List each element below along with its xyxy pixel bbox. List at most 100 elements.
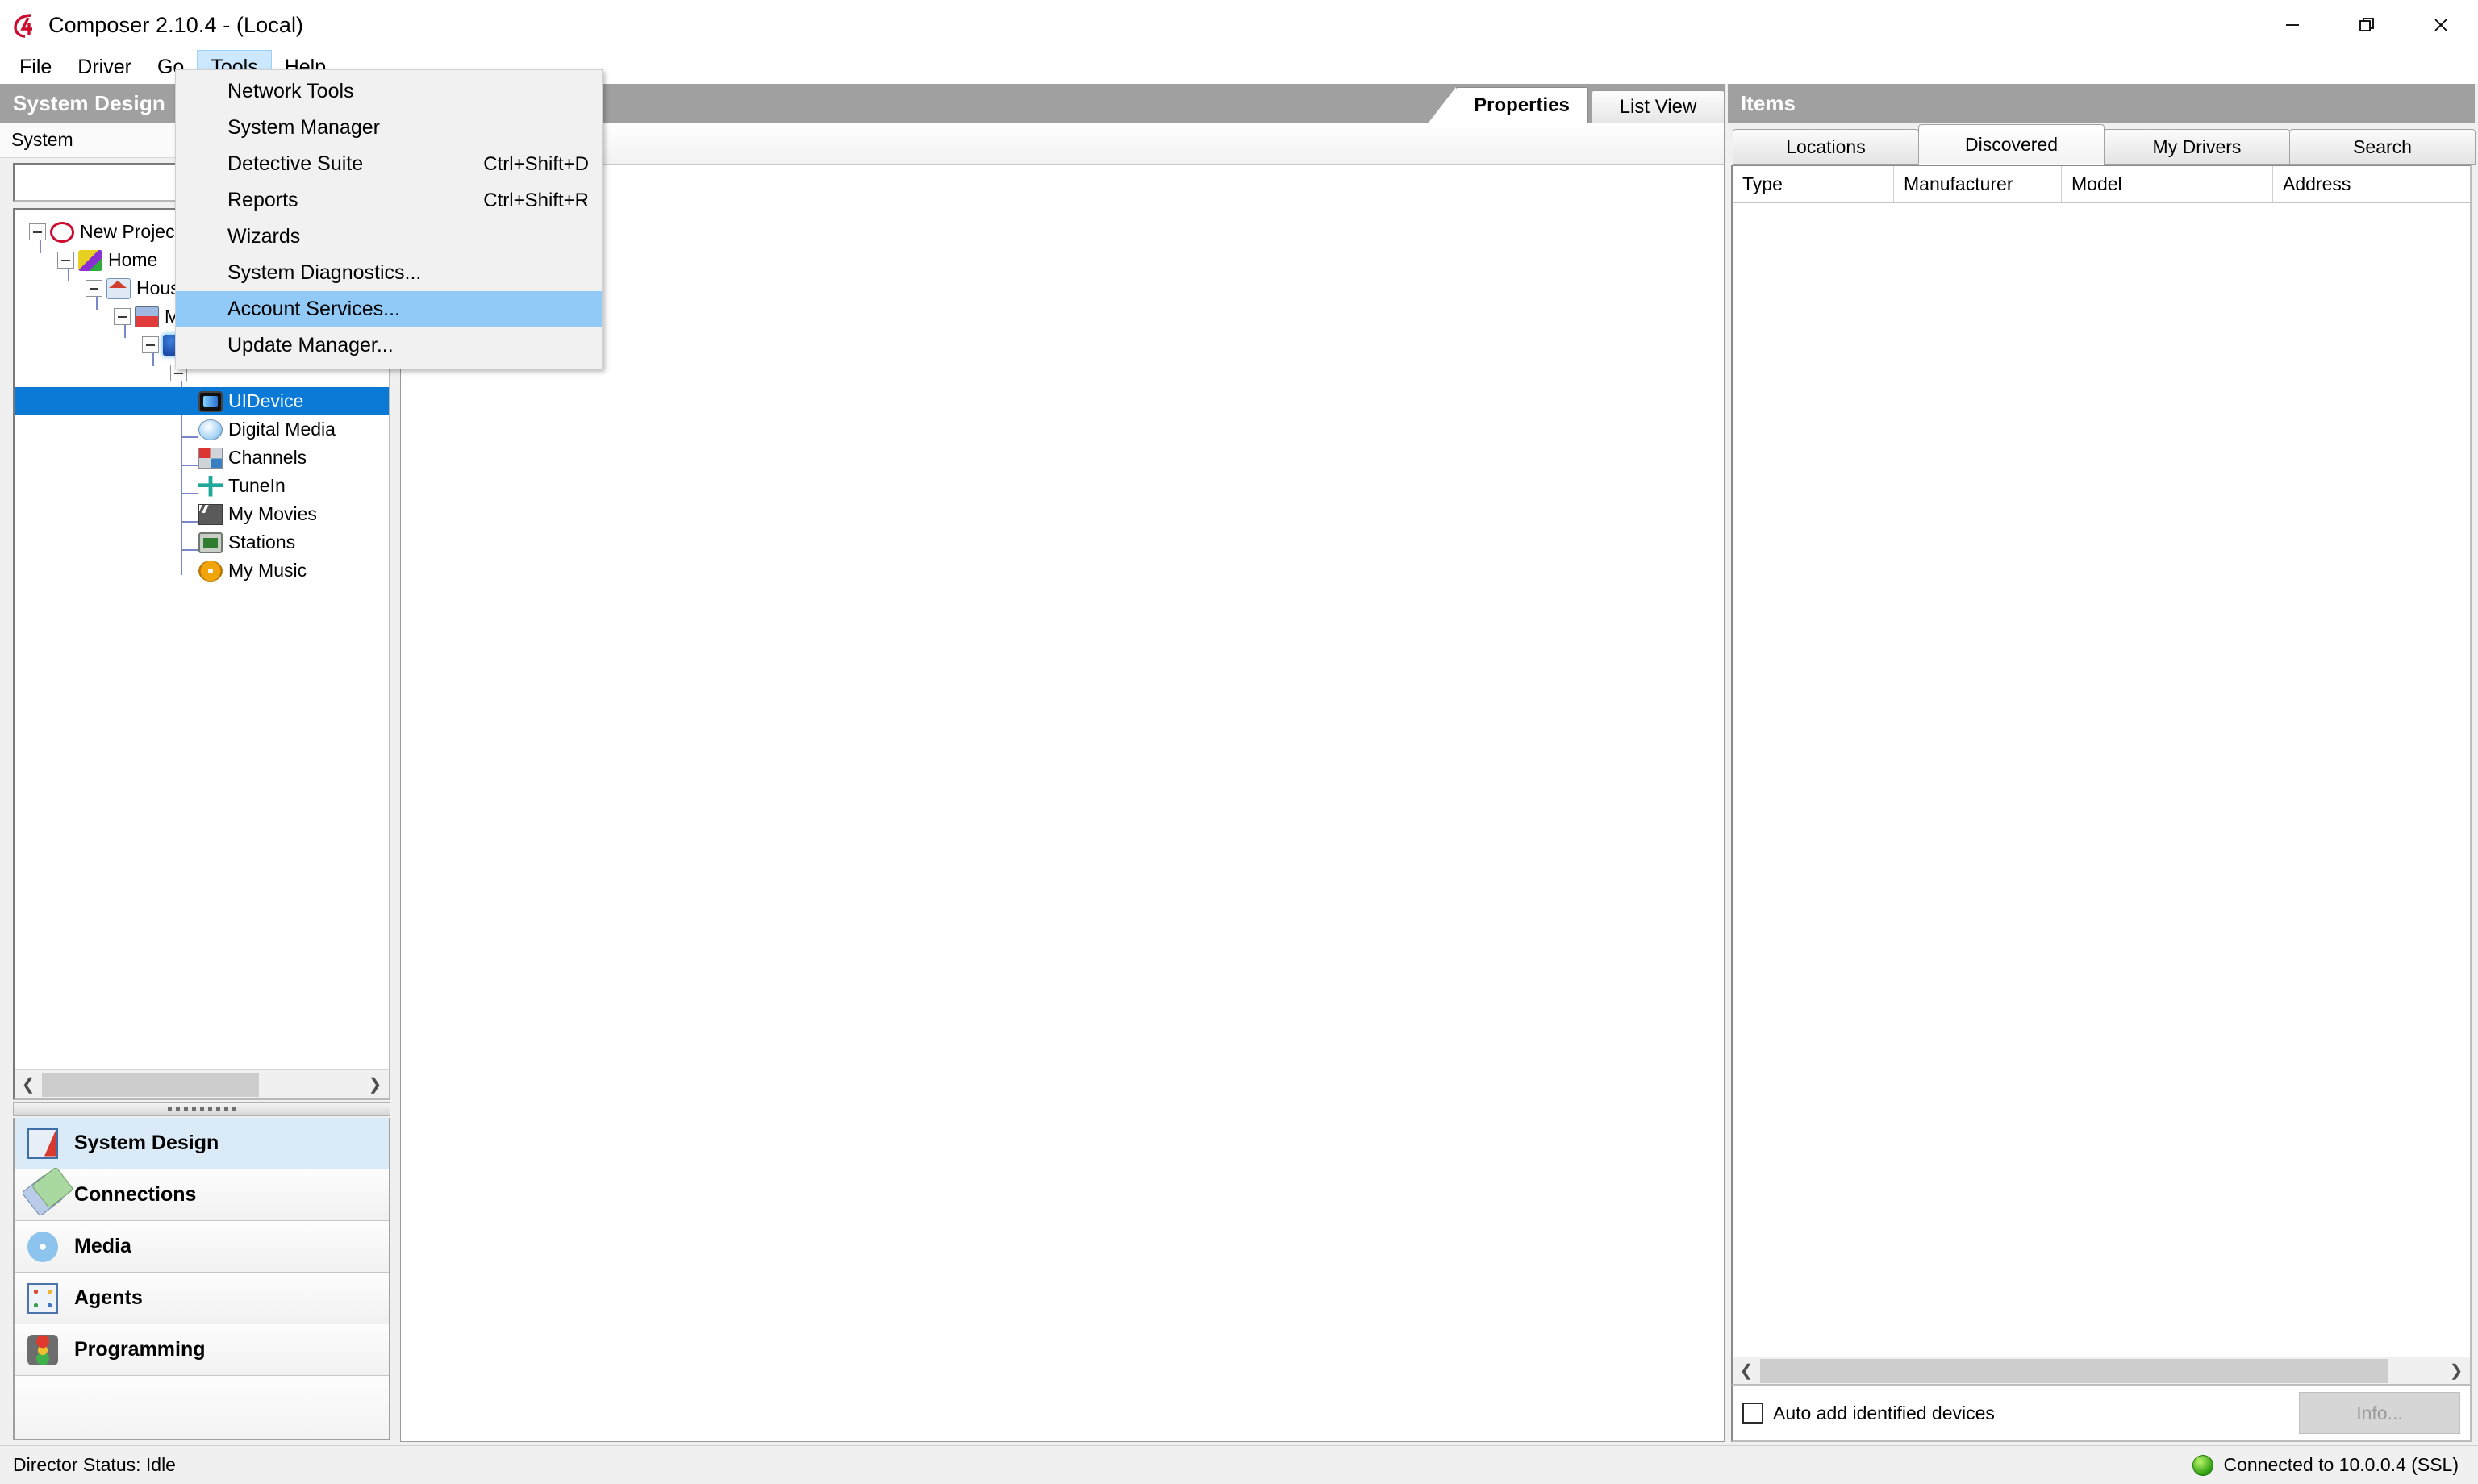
restore-icon[interactable] <box>2330 0 2404 50</box>
status-bar: Director Status: Idle Connected to 10.0.… <box>0 1445 2478 1484</box>
items-panel-caption: Items <box>1728 84 2475 123</box>
column-header-type[interactable]: Type <box>1733 166 1894 202</box>
tree-node-uidevice[interactable]: UIDevice <box>15 387 389 415</box>
menu-item-system-diagnostics[interactable]: System Diagnostics... <box>176 255 602 291</box>
stations-icon <box>198 531 223 553</box>
sidebar-item-system-design[interactable]: System Design <box>15 1118 389 1169</box>
menu-item-reports[interactable]: Reports Ctrl+Shift+R <box>176 182 602 219</box>
scroll-track[interactable] <box>1760 1357 2443 1385</box>
tree-node-stations[interactable]: Stations <box>15 528 389 556</box>
tree-horizontal-scrollbar[interactable]: ❮ ❯ <box>15 1069 389 1098</box>
tree-node-channels[interactable]: Channels <box>15 444 389 472</box>
system-input[interactable] <box>13 163 182 202</box>
tree-node-my-music[interactable]: My Music <box>15 556 389 585</box>
home-icon <box>78 249 102 271</box>
connections-icon <box>21 1173 65 1217</box>
scroll-right-icon[interactable]: ❯ <box>2443 1357 2470 1385</box>
room-icon <box>135 306 159 327</box>
auto-add-checkbox-row[interactable]: Auto add identified devices <box>1742 1403 1995 1424</box>
menu-item-update-manager[interactable]: Update Manager... <box>176 327 602 364</box>
sidebar-item-media[interactable]: Media <box>15 1221 389 1273</box>
tree-node-digital-media[interactable]: Digital Media <box>15 415 389 444</box>
scroll-right-icon[interactable]: ❯ <box>361 1071 389 1098</box>
tree-node-label: My Movies <box>228 503 317 524</box>
close-icon[interactable] <box>2404 0 2478 50</box>
tree-node-label: Channels <box>228 447 307 468</box>
menu-item-label: System Manager <box>227 116 380 139</box>
scroll-track[interactable] <box>42 1071 361 1098</box>
items-horizontal-scrollbar[interactable]: ❮ ❯ <box>1733 1357 2470 1384</box>
programming-icon <box>27 1334 58 1365</box>
tab-locations[interactable]: Locations <box>1733 129 1919 165</box>
expander-icon[interactable] <box>86 280 102 297</box>
table-rows-area[interactable] <box>1733 203 2470 1357</box>
auto-add-checkbox[interactable] <box>1742 1403 1763 1424</box>
tab-properties[interactable]: Properties <box>1429 87 1588 123</box>
discovered-items-table: Type Manufacturer Model Address ❮ ❯ <box>1731 165 2472 1386</box>
menu-item-detective-suite[interactable]: Detective Suite Ctrl+Shift+D <box>176 146 602 182</box>
sidebar-item-label: Connections <box>74 1183 197 1206</box>
connection-status: Connected to 10.0.0.4 (SSL) <box>2192 1454 2478 1476</box>
menu-item-shortcut: Ctrl+Shift+D <box>483 152 589 175</box>
tree-node-label: TuneIn <box>228 475 286 496</box>
scroll-thumb[interactable] <box>42 1072 260 1097</box>
tab-my-drivers[interactable]: My Drivers <box>2104 129 2290 165</box>
scroll-thumb[interactable] <box>1760 1358 2388 1383</box>
menu-item-account-services[interactable]: Account Services... <box>176 291 602 327</box>
items-tabs: Locations Discovered My Drivers Search <box>1728 123 2476 165</box>
sidebar-item-connections[interactable]: Connections <box>15 1169 389 1221</box>
minimize-icon[interactable] <box>2255 0 2330 50</box>
expander-icon[interactable] <box>57 252 74 269</box>
items-footer: Auto add identified devices Info... <box>1731 1386 2472 1442</box>
green-led-icon <box>2192 1454 2214 1476</box>
left-nav-list: System Design Connections Media Agents P… <box>13 1118 390 1440</box>
menu-item-label: Detective Suite <box>227 152 364 175</box>
connection-status-text: Connected to 10.0.0.4 (SSL) <box>2223 1454 2459 1475</box>
expander-icon[interactable] <box>142 336 159 353</box>
menu-item-wizards[interactable]: Wizards <box>176 219 602 255</box>
table-header-row: Type Manufacturer Model Address <box>1733 166 2470 203</box>
c4-project-icon <box>50 222 74 243</box>
window-controls <box>2255 0 2478 50</box>
tab-list-view[interactable]: List View <box>1592 90 1725 123</box>
tree-node-tunein[interactable]: TuneIn <box>15 472 389 500</box>
splitter-grip-icon <box>167 1107 236 1111</box>
menu-item-shortcut: Ctrl+Shift+R <box>483 189 589 211</box>
expander-icon[interactable] <box>114 308 131 325</box>
menu-driver[interactable]: Driver <box>65 50 144 84</box>
auto-add-label: Auto add identified devices <box>1773 1402 1995 1424</box>
column-header-manufacturer[interactable]: Manufacturer <box>1894 166 2062 202</box>
column-header-model[interactable]: Model <box>2062 166 2273 202</box>
agents-icon <box>27 1282 58 1314</box>
right-column: Items Locations Discovered My Drivers Se… <box>1728 84 2478 1445</box>
menu-item-network-tools[interactable]: Network Tools <box>176 73 602 110</box>
column-header-address[interactable]: Address <box>2273 166 2470 202</box>
uidevice-icon <box>198 390 223 412</box>
menu-item-label: Reports <box>227 189 298 211</box>
tab-discovered[interactable]: Discovered <box>1918 124 2105 165</box>
menu-item-label: System Diagnostics... <box>227 261 422 284</box>
tree-node-label: My Music <box>228 560 307 581</box>
tree-node-label: Home <box>108 249 158 270</box>
composer-c4-logo-icon <box>11 11 39 39</box>
window-title: Composer 2.10.4 - (Local) <box>48 12 304 37</box>
window-titlebar: Composer 2.10.4 - (Local) <box>0 0 2478 50</box>
sidebar-item-programming[interactable]: Programming <box>15 1324 389 1376</box>
director-status-text: Director Status: Idle <box>13 1454 176 1475</box>
system-design-icon <box>27 1128 58 1159</box>
tab-search[interactable]: Search <box>2289 129 2476 165</box>
nav-empty-area <box>15 1376 389 1439</box>
digital-media-icon <box>198 419 223 440</box>
tree-node-my-movies[interactable]: My Movies <box>15 500 389 528</box>
panel-splitter-handle[interactable] <box>13 1102 390 1116</box>
sidebar-item-label: Programming <box>74 1338 206 1361</box>
menu-item-system-manager[interactable]: System Manager <box>176 110 602 146</box>
scroll-left-icon[interactable]: ❮ <box>1733 1357 1760 1385</box>
expander-icon[interactable] <box>29 223 46 240</box>
scroll-left-icon[interactable]: ❮ <box>15 1071 42 1098</box>
sidebar-item-label: System Design <box>74 1132 219 1154</box>
info-button[interactable]: Info... <box>2299 1392 2460 1434</box>
media-icon <box>27 1231 58 1262</box>
menu-file[interactable]: File <box>6 50 65 84</box>
sidebar-item-agents[interactable]: Agents <box>15 1273 389 1324</box>
